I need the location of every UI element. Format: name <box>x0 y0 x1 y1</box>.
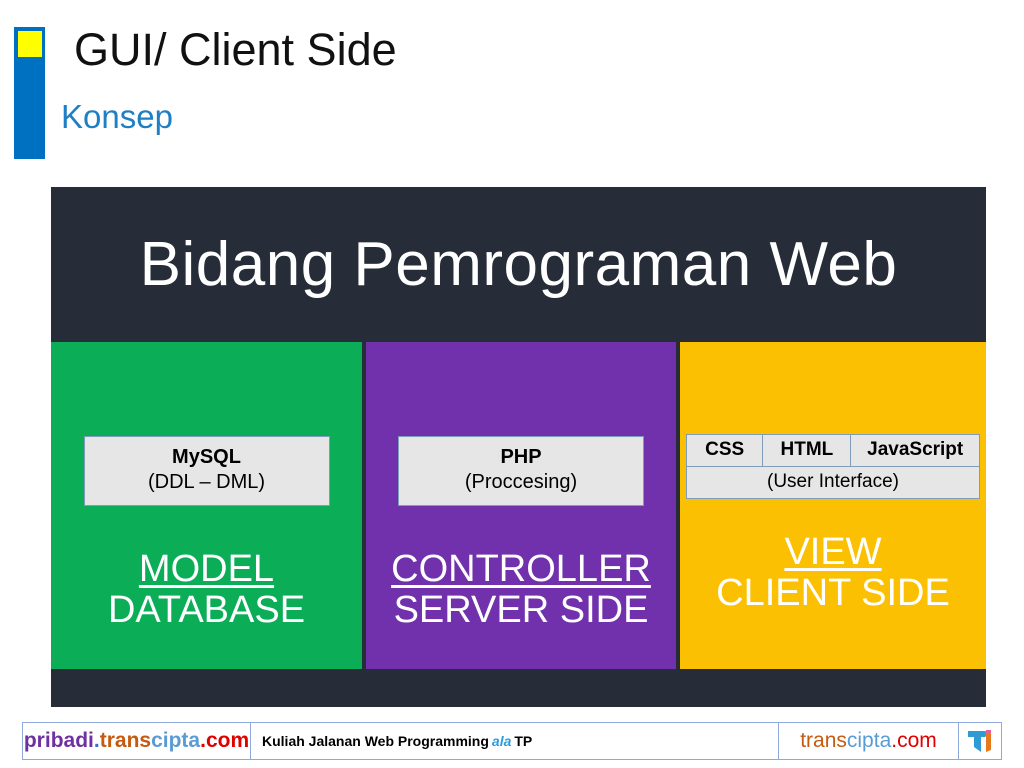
footer-caption-post: TP <box>514 733 533 749</box>
role-sub-model: DATABASE <box>107 588 306 631</box>
diagram-banner: Bidang Pemrograman Web <box>51 187 986 342</box>
table-row: (User Interface) <box>686 466 980 499</box>
tech-box-php: PHP (Proccesing) <box>398 436 644 506</box>
column-controller: PHP (Proccesing) CONTROLLER SERVER SIDE <box>366 342 676 669</box>
table-row: CSS HTML JavaScript <box>685 434 980 467</box>
footer-brand-right[interactable]: trans cipta. com <box>779 723 959 759</box>
brand-right-part3: com <box>897 729 937 752</box>
brand-left-part2: trans <box>99 729 152 752</box>
role-block-view: VIEW CLIENT SIDE <box>680 531 986 615</box>
page-title: GUI/ Client Side <box>74 24 397 75</box>
role-name-model: MODEL <box>138 548 275 590</box>
brand-left-part4: com <box>205 729 250 752</box>
tech-cell-css: CSS <box>685 434 764 467</box>
tech-sub-php: (Proccesing) <box>464 471 578 493</box>
footer-caption-emphasis: ala <box>491 733 512 749</box>
tech-sub-mysql: (DDL – DML) <box>147 471 266 493</box>
role-block-controller: CONTROLLER SERVER SIDE <box>366 548 676 632</box>
brand-left-part1: pribadi <box>23 729 94 752</box>
slide-header: GUI/ Client Side Konsep <box>0 0 1024 178</box>
footer-brand-left[interactable]: pribadi. trans cipta. com <box>23 723 251 759</box>
slide-footer: pribadi. trans cipta. com Kuliah Jalanan We… <box>22 722 1002 760</box>
brand-right-part2: cipta <box>846 729 892 752</box>
diagram-columns: MySQL (DDL – DML) MODEL DATABASE PHP (Pr… <box>51 342 986 669</box>
role-sub-view: CLIENT SIDE <box>716 571 950 614</box>
page-subtitle: Konsep <box>61 98 173 135</box>
tech-cell-html: HTML <box>762 434 852 467</box>
tech-name-php: PHP <box>500 446 542 468</box>
tech-sub-user-interface: (User Interface) <box>686 466 980 499</box>
diagram-banner-title: Bidang Pemrograman Web <box>139 230 898 299</box>
diagram-footer-bar <box>51 673 986 707</box>
footer-caption: Kuliah Jalanan Web Programming ala TP <box>251 723 779 759</box>
role-block-model: MODEL DATABASE <box>51 548 362 632</box>
column-view: CSS HTML JavaScript (User Interface) VIE… <box>680 342 986 669</box>
tech-cell-javascript: JavaScript <box>850 434 980 467</box>
role-sub-controller: SERVER SIDE <box>393 588 649 631</box>
column-model: MySQL (DDL – DML) MODEL DATABASE <box>51 342 362 669</box>
brand-left-part3: cipta <box>151 729 201 752</box>
header-accent-square-icon <box>18 31 42 57</box>
role-name-view: VIEW <box>784 531 882 573</box>
tech-name-mysql: MySQL <box>172 446 241 468</box>
transcipta-logo-icon[interactable] <box>959 723 1001 759</box>
tech-box-mysql: MySQL (DDL – DML) <box>83 436 330 506</box>
role-name-controller: CONTROLLER <box>391 548 651 590</box>
diagram-panel: Bidang Pemrograman Web MySQL (DDL – DML)… <box>51 187 986 707</box>
footer-caption-pre: Kuliah Jalanan Web Programming <box>262 733 489 749</box>
brand-right-part1: trans <box>800 729 847 752</box>
tech-table-view: CSS HTML JavaScript (User Interface) <box>685 434 980 499</box>
